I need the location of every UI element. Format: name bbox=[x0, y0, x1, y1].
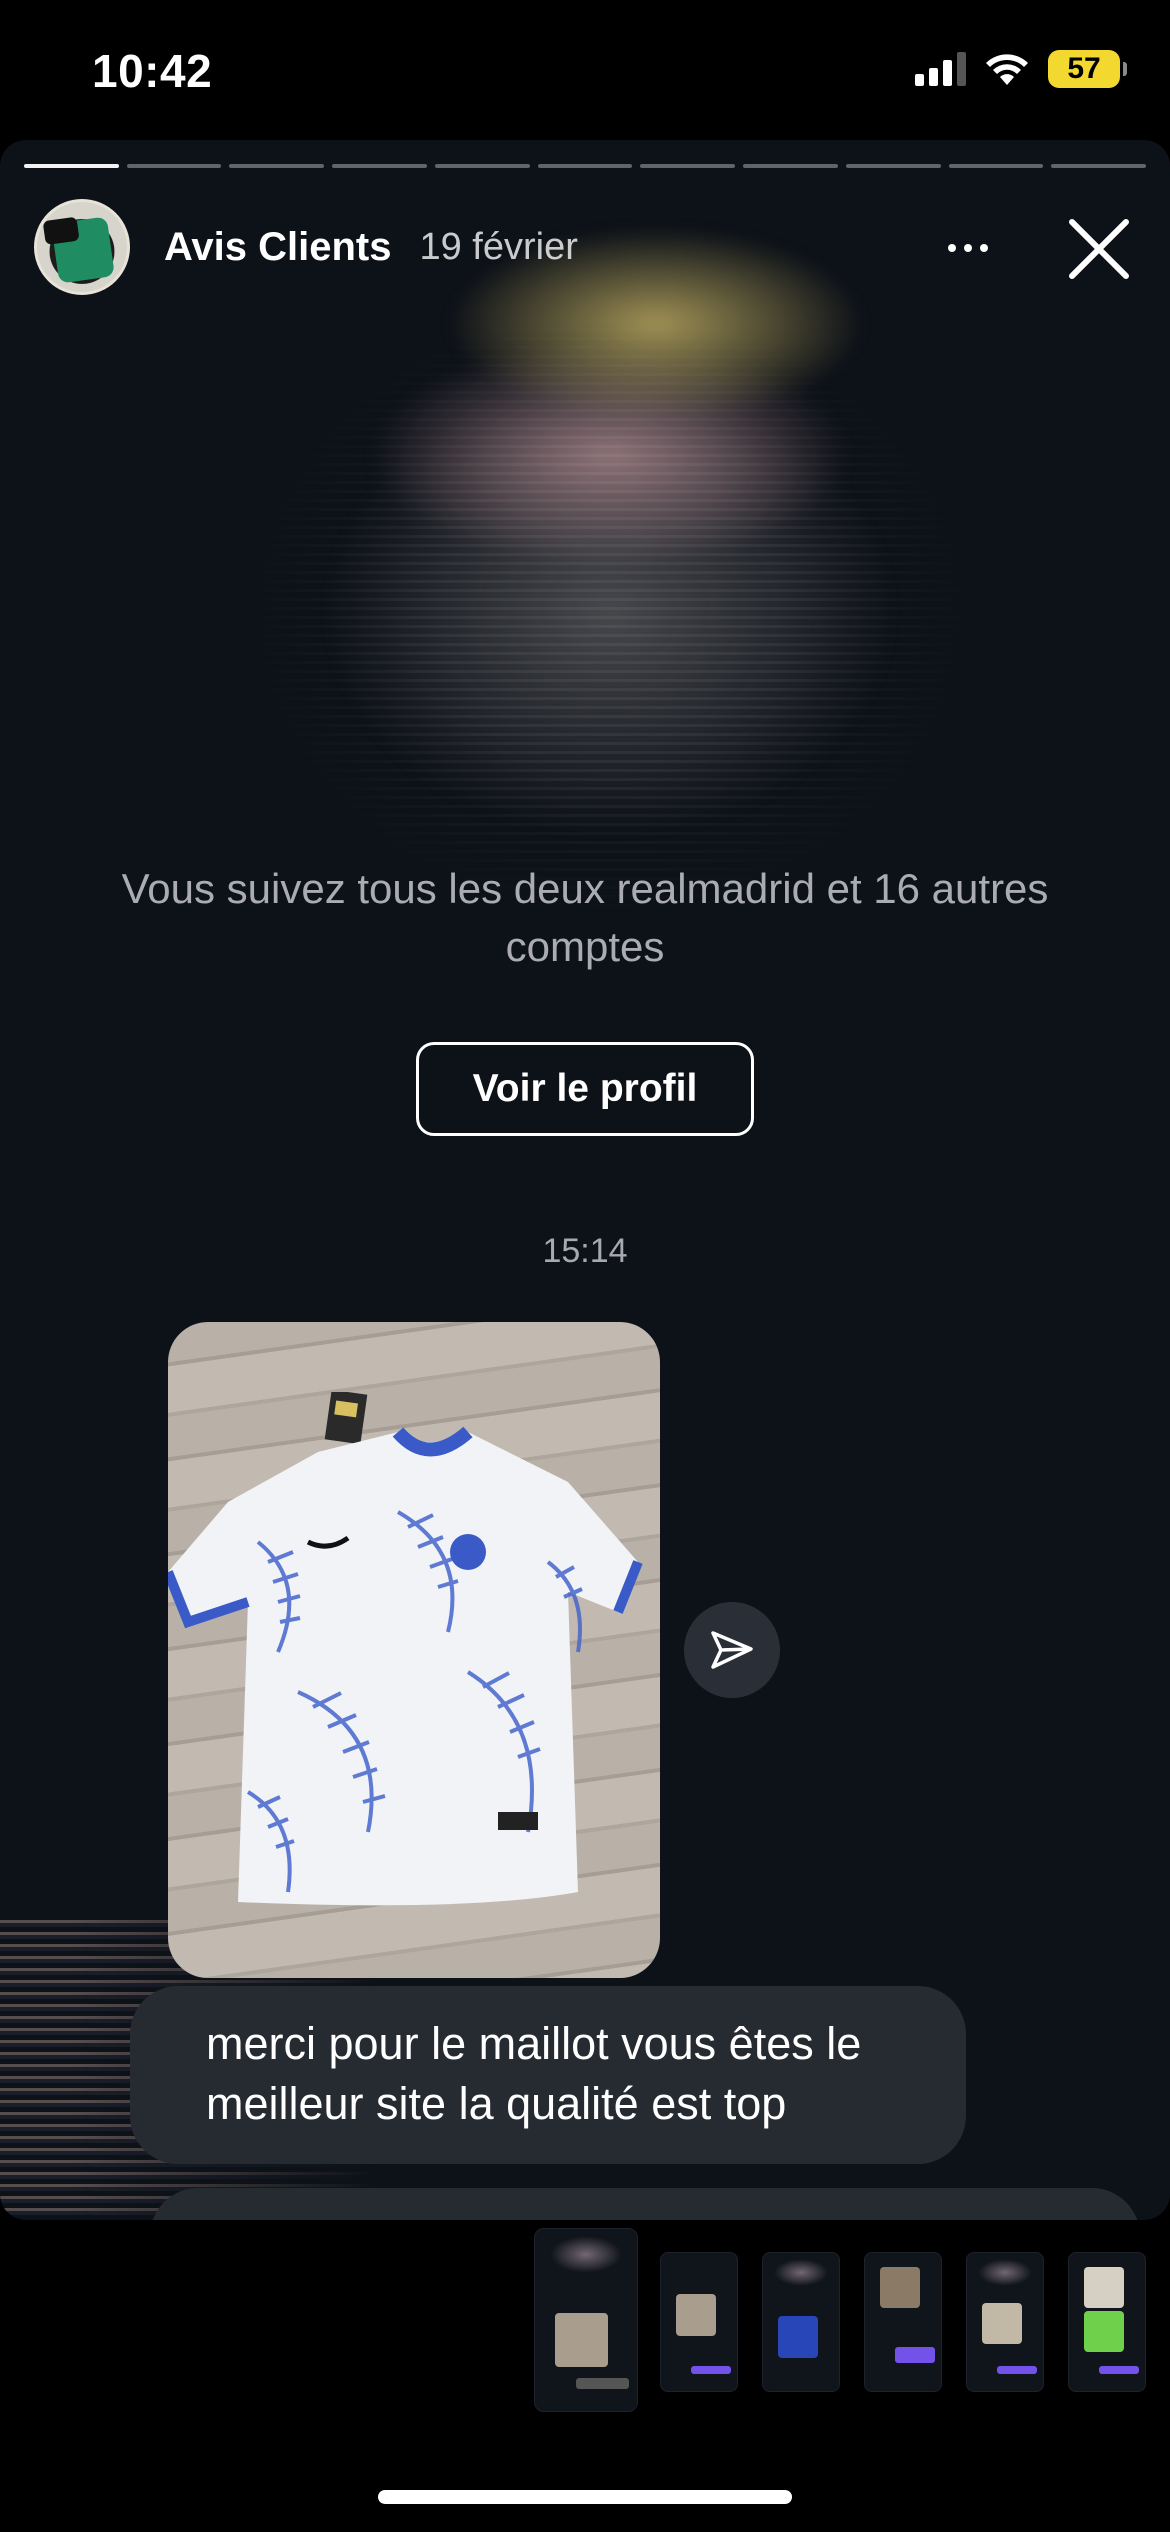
progress-segment bbox=[640, 164, 736, 168]
status-indicators: 57 bbox=[915, 50, 1127, 88]
cellular-signal-icon bbox=[915, 52, 966, 86]
progress-segment bbox=[24, 164, 119, 168]
story-thumbnail[interactable] bbox=[1068, 2252, 1146, 2392]
story-thumbnail[interactable] bbox=[864, 2252, 942, 2392]
progress-segment bbox=[948, 164, 1044, 168]
battery-icon: 57 bbox=[1048, 50, 1127, 88]
story-thumbnail[interactable] bbox=[762, 2252, 840, 2392]
story-header: Avis Clients 19 février bbox=[34, 192, 1144, 302]
next-message-bubble bbox=[150, 2188, 1140, 2220]
post-date: 19 février bbox=[419, 225, 578, 268]
wifi-icon bbox=[984, 51, 1030, 87]
progress-segment bbox=[126, 164, 222, 168]
story-progress-bar bbox=[24, 164, 1147, 170]
close-icon[interactable] bbox=[1064, 214, 1134, 284]
avatar-image bbox=[51, 216, 115, 284]
story-thumbnail-current[interactable] bbox=[534, 2228, 638, 2412]
story-card[interactable]: Avis Clients 19 février Vous suivez tous… bbox=[0, 140, 1170, 2220]
message-text: merci pour le maillot vous êtes le meill… bbox=[206, 2018, 862, 2129]
progress-segment bbox=[1051, 164, 1147, 168]
battery-level: 57 bbox=[1067, 52, 1101, 85]
account-name[interactable]: Avis Clients bbox=[164, 225, 391, 270]
avatar[interactable] bbox=[34, 199, 130, 295]
home-indicator[interactable] bbox=[378, 2490, 792, 2504]
mutual-follow-text: Vous suivez tous les deux realmadrid et … bbox=[121, 865, 1049, 970]
progress-segment bbox=[434, 164, 530, 168]
progress-segment bbox=[743, 164, 838, 168]
progress-segment bbox=[845, 164, 941, 168]
story-thumbnail[interactable] bbox=[966, 2252, 1044, 2392]
jersey-photo[interactable] bbox=[168, 1322, 660, 1978]
status-bar: 10:42 57 bbox=[0, 0, 1170, 140]
jersey-image bbox=[168, 1392, 643, 1906]
progress-segment bbox=[332, 164, 427, 168]
view-profile-button[interactable]: Voir le profil bbox=[416, 1042, 754, 1136]
story-thumbnail[interactable] bbox=[660, 2252, 738, 2392]
story-thumbnails bbox=[0, 2228, 1170, 2428]
send-icon[interactable] bbox=[684, 1602, 780, 1698]
message-timestamp: 15:14 bbox=[542, 1232, 628, 1270]
message-bubble[interactable]: merci pour le maillot vous êtes le meill… bbox=[130, 1986, 966, 2164]
more-dots-icon[interactable] bbox=[938, 228, 998, 268]
progress-segment bbox=[537, 164, 633, 168]
story-viewer-screen: 10:42 57 Avis Clients 19 février Vous su… bbox=[0, 0, 1170, 2532]
progress-segment bbox=[229, 164, 325, 168]
status-time: 10:42 bbox=[92, 45, 213, 97]
